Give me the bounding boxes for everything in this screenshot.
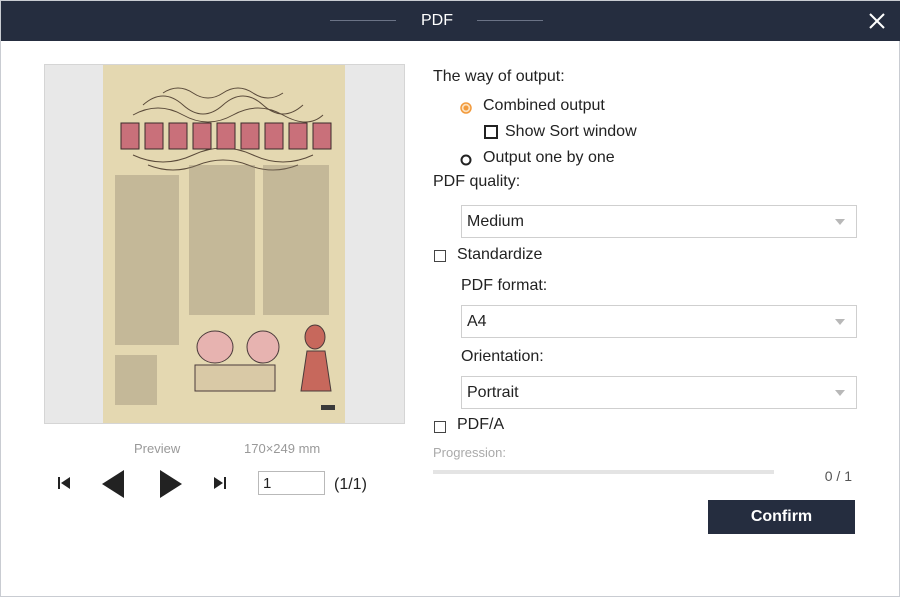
orientation-label: Orientation:: [461, 348, 544, 365]
scanned-page-image: [103, 65, 345, 423]
progress-bar: [433, 470, 774, 474]
title-divider-left: [330, 20, 396, 21]
standardize-checkbox[interactable]: [434, 250, 446, 262]
pdf-quality-value: Medium: [467, 213, 524, 230]
output-one-by-one-radio[interactable]: [460, 154, 472, 166]
close-icon[interactable]: [863, 7, 891, 35]
page-size-label: 170×249 mm: [244, 441, 321, 456]
pdf-quality-select[interactable]: Medium: [461, 205, 857, 238]
chevron-down-icon: [835, 319, 845, 325]
last-page-icon[interactable]: [212, 475, 228, 491]
pdf-a-checkbox[interactable]: [434, 421, 446, 433]
previous-page-icon[interactable]: [100, 468, 128, 500]
chevron-down-icon: [835, 390, 845, 396]
confirm-button[interactable]: Confirm: [708, 500, 855, 534]
progress-count: 0 / 1: [824, 468, 852, 484]
show-sort-window-label[interactable]: Show Sort window: [505, 123, 637, 141]
title-divider-right: [477, 20, 543, 21]
page-number-input[interactable]: [258, 471, 325, 495]
standardize-label[interactable]: Standardize: [457, 246, 542, 264]
next-page-icon[interactable]: [156, 468, 184, 500]
show-sort-window-checkbox[interactable]: [484, 125, 498, 139]
orientation-select[interactable]: Portrait: [461, 376, 857, 409]
pdf-format-value: A4: [467, 313, 487, 330]
output-one-by-one-label[interactable]: Output one by one: [483, 149, 615, 167]
pdf-dialog: PDF Preview 170×249 mm 1 (1/1) The way o…: [0, 0, 900, 597]
pdf-format-select[interactable]: A4: [461, 305, 857, 338]
preview-area: [44, 64, 405, 424]
dialog-title: PDF: [421, 12, 453, 29]
orientation-value: Portrait: [467, 384, 519, 401]
first-page-icon[interactable]: [56, 475, 72, 491]
title-bar: PDF: [1, 1, 900, 41]
page-count-label: (1/1): [334, 476, 367, 493]
pdf-quality-label: PDF quality:: [433, 173, 521, 190]
pdf-a-label[interactable]: PDF/A: [457, 416, 504, 434]
combined-output-radio[interactable]: [460, 102, 472, 114]
output-way-heading: The way of output:: [433, 68, 565, 85]
preview-caption: Preview: [134, 441, 181, 456]
combined-output-label[interactable]: Combined output: [483, 97, 605, 115]
chevron-down-icon: [835, 219, 845, 225]
progression-label: Progression:: [433, 445, 506, 460]
pdf-format-label: PDF format:: [461, 277, 548, 294]
